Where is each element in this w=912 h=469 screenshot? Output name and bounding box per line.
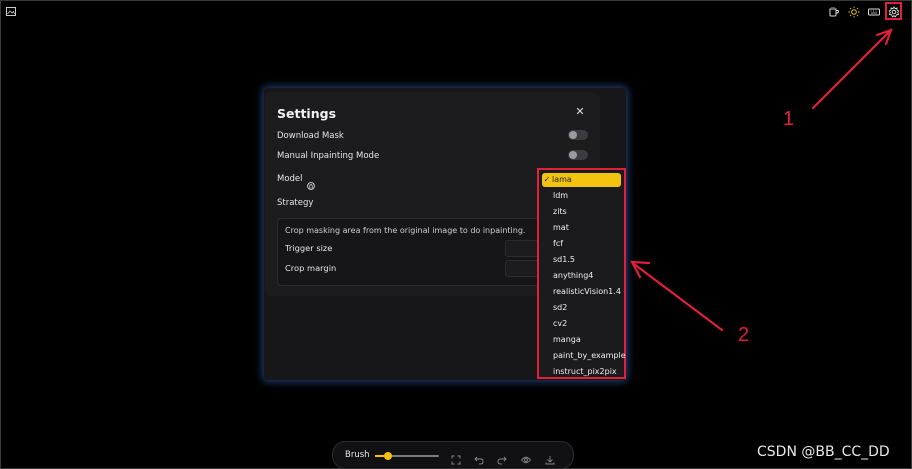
annotation-number-one: 1	[783, 108, 795, 130]
watermark: CSDN @BB_CC_DD	[757, 444, 890, 460]
brush-size-slider[interactable]	[375, 452, 439, 460]
bottom-toolbar: Brush	[332, 441, 574, 469]
fullscreen-icon[interactable]	[451, 450, 461, 465]
brush-size-knob[interactable]	[383, 452, 392, 460]
annotation-arrows	[630, 28, 893, 332]
brush-label: Brush	[345, 450, 370, 460]
arrow-one-line	[811, 30, 891, 110]
download-icon[interactable]	[545, 450, 555, 465]
eye-icon[interactable]	[520, 450, 532, 464]
undo-icon[interactable]	[474, 450, 484, 465]
redo-icon[interactable]	[497, 450, 507, 465]
arrow-two-line	[632, 262, 724, 332]
annotation-number-two: 2	[738, 324, 750, 346]
